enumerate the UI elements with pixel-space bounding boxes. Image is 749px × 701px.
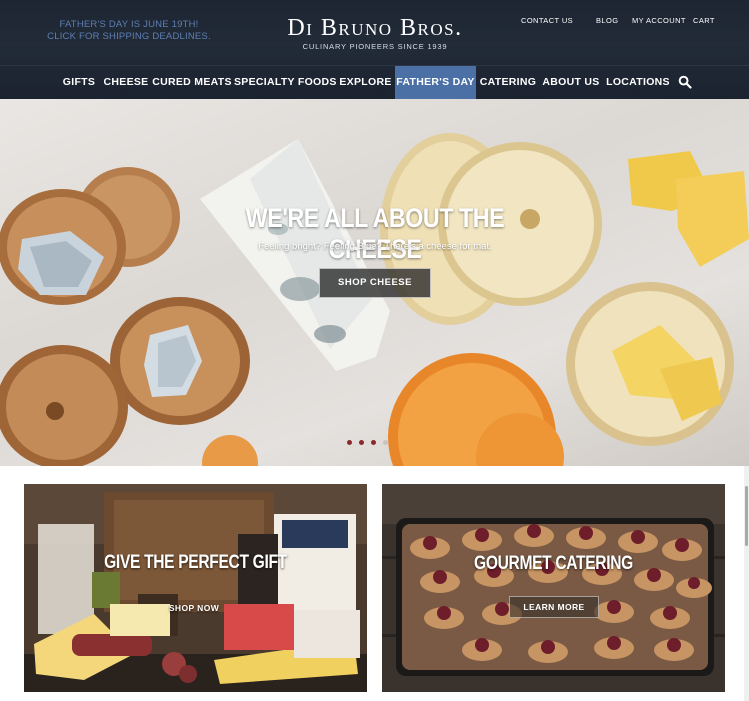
catering-promo-tile[interactable]: GOURMET CATERING LEARN MORE xyxy=(382,484,725,692)
nav-item-locations[interactable]: LOCATIONS xyxy=(603,66,673,99)
catering-crostini-image xyxy=(382,484,725,692)
cart-link[interactable]: CART xyxy=(693,16,715,25)
nav-item-explore[interactable]: EXPLORE xyxy=(337,66,394,99)
nav-item-about-us[interactable]: ABOUT US xyxy=(540,66,602,99)
nav-item-fathers-day[interactable]: FATHER'S DAY xyxy=(395,66,476,99)
hero-title: WE'RE ALL ABOUT THE CHEESE xyxy=(245,203,505,264)
carousel-dot[interactable] xyxy=(371,440,376,445)
gift-basket-image xyxy=(24,484,367,692)
hero-subtitle: Feeling bright? Feeling Blue? There's a … xyxy=(258,241,492,252)
learn-more-button[interactable]: LEARN MORE xyxy=(509,596,599,618)
nav-item-cheese[interactable]: CHEESE xyxy=(101,66,151,99)
page-scrollbar-thumb[interactable] xyxy=(745,486,748,546)
my-account-link[interactable]: MY ACCOUNT xyxy=(632,16,686,25)
search-icon[interactable] xyxy=(678,75,692,89)
shop-now-button[interactable]: SHOP NOW xyxy=(154,597,234,619)
nav-item-cured-meats[interactable]: CURED MEATS xyxy=(152,66,232,99)
contact-us-link[interactable]: CONTACT US xyxy=(521,16,573,25)
blog-link[interactable]: BLOG xyxy=(596,16,618,25)
nav-item-specialty-foods[interactable]: SPECIALTY FOODS xyxy=(234,66,336,99)
fathers-day-promo-link[interactable]: FATHER'S DAY IS JUNE 19TH! CLICK FOR SHI… xyxy=(44,19,214,43)
logo-title: Di Bruno Bros. xyxy=(287,15,463,41)
promo-line-2: CLICK FOR SHIPPING DEADLINES. xyxy=(47,31,211,42)
main-nav: GIFTS CHEESE CURED MEATS SPECIALTY FOODS… xyxy=(0,66,749,99)
catering-tile-title: GOURMET CATERING xyxy=(474,553,633,574)
nav-item-gifts[interactable]: GIFTS xyxy=(58,66,100,99)
shop-cheese-button[interactable]: SHOP CHEESE xyxy=(319,268,431,298)
nav-item-catering[interactable]: CATERING xyxy=(477,66,539,99)
site-header: FATHER'S DAY IS JUNE 19TH! CLICK FOR SHI… xyxy=(0,0,749,99)
carousel-dot-active[interactable] xyxy=(383,440,388,445)
gift-promo-tile[interactable]: GIVE THE PERFECT GIFT SHOP NOW xyxy=(24,484,367,692)
site-logo[interactable]: Di Bruno Bros. CULINARY PIONEERS SINCE 1… xyxy=(272,15,478,51)
logo-tagline: CULINARY PIONEERS SINCE 1939 xyxy=(302,42,448,51)
carousel-dot[interactable] xyxy=(347,440,352,445)
promo-line-1: FATHER'S DAY IS JUNE 19TH! xyxy=(59,19,199,30)
carousel-dot[interactable] xyxy=(359,440,364,445)
hero-banner: WE'RE ALL ABOUT THE CHEESE Feeling brigh… xyxy=(0,99,749,466)
gift-tile-title: GIVE THE PERFECT GIFT xyxy=(104,552,287,573)
